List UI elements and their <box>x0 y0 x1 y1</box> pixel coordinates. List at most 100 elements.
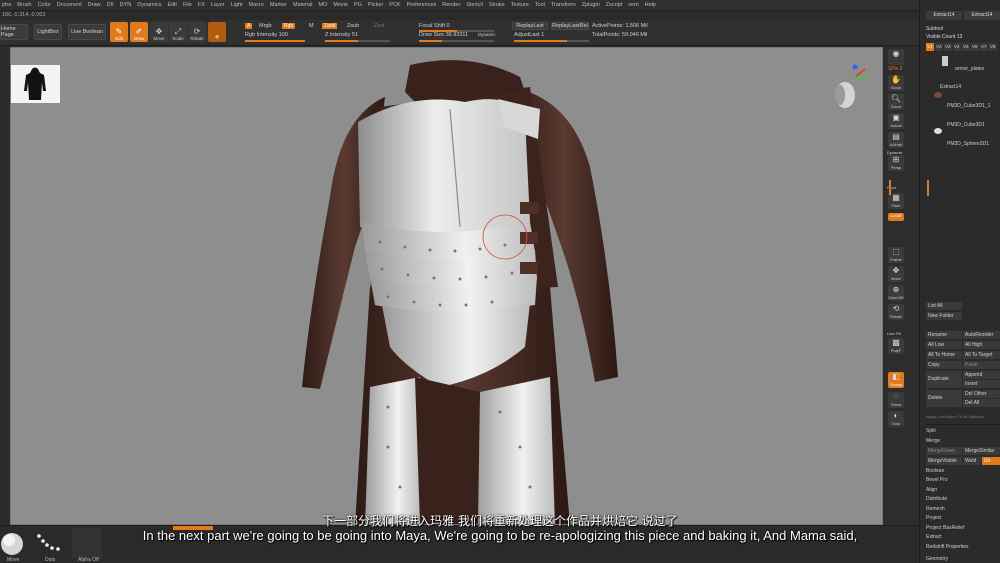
menu-item[interactable]: Edit <box>167 2 176 8</box>
actual-button[interactable]: ▣ Actual <box>888 113 904 129</box>
menu-item[interactable]: Marker <box>270 2 287 8</box>
viewport-canvas[interactable] <box>10 47 883 525</box>
boolean-section[interactable]: Boolean <box>926 468 944 474</box>
rotate-button[interactable]: ⟳ Rotate <box>188 22 206 42</box>
menu-item[interactable]: FX <box>198 2 205 8</box>
merge-visible-button[interactable]: MergeVisible <box>926 457 962 465</box>
home-page-button[interactable]: Home Page <box>0 24 28 40</box>
visibility-set-v2[interactable]: V2 <box>935 43 943 51</box>
align-section[interactable]: Align <box>926 487 937 493</box>
adjust-last-track[interactable] <box>514 40 589 42</box>
list-all-button[interactable]: List All <box>926 302 962 310</box>
frame-button[interactable]: ⬚ Frame <box>888 247 904 263</box>
redshift-section[interactable]: Redshift Properties <box>926 544 969 550</box>
menu-item[interactable]: Brush <box>17 2 31 8</box>
geometry-section[interactable]: Geometry <box>926 556 948 562</box>
split-section[interactable]: Split <box>926 428 936 434</box>
aahalf-button[interactable]: ▤ AAHalf <box>888 132 904 148</box>
draw-size-track[interactable] <box>419 40 494 42</box>
uv-toggle[interactable]: Uv <box>982 457 1000 465</box>
visible-count[interactable]: Visible Count 13 <box>926 34 962 40</box>
bpr-button[interactable]: ◉ <box>888 49 904 65</box>
tab-extract14-b[interactable]: Extract14 <box>964 11 1000 20</box>
replay-last-rel-button[interactable]: ReplayLastRel <box>551 22 589 30</box>
del-all-button[interactable]: Del All <box>963 399 1000 407</box>
focal-shift-slider[interactable]: Focal Shift 0 <box>419 23 450 29</box>
menu-item[interactable]: Material <box>293 2 313 8</box>
zadd-button[interactable]: Zadd <box>322 23 338 29</box>
menu-item[interactable]: PG <box>354 2 362 8</box>
rgb-button[interactable]: Rgb <box>282 23 296 29</box>
new-folder-button[interactable]: New Folder <box>926 312 962 320</box>
all-to-target-button[interactable]: All To Target <box>963 351 1000 359</box>
menu-item[interactable]: Transform <box>551 2 576 8</box>
zsub-button[interactable]: Zsub <box>347 23 359 29</box>
merge-down-button[interactable]: MergeDown <box>926 447 962 455</box>
visibility-set-v1[interactable]: V1 <box>926 43 934 51</box>
zcut-button[interactable]: Zcut <box>374 23 385 29</box>
a-toggle[interactable]: A <box>245 23 253 29</box>
subtool-sphere[interactable]: PM3D_Sphere3D1 <box>947 141 989 147</box>
menu-item[interactable]: vem <box>628 2 638 8</box>
apply-last-action[interactable]: Apply Last Action To All Subtools <box>926 414 984 419</box>
local-button[interactable]: Local <box>888 213 904 221</box>
duplicate-button[interactable]: Duplicate <box>926 371 962 388</box>
zoom-button[interactable]: 🔍︎ Zoom <box>888 94 904 110</box>
replay-last-button[interactable]: ReplayLast <box>512 22 548 30</box>
auto-reorder-button[interactable]: AutoReorder <box>963 331 1000 339</box>
z-intensity-track[interactable] <box>325 40 390 42</box>
weld-toggle[interactable]: Weld <box>963 457 981 465</box>
mrgb-button[interactable]: Mrgb <box>259 23 272 29</box>
merge-section[interactable]: Merge <box>926 438 940 444</box>
all-low-button[interactable]: All Low <box>926 341 962 349</box>
menu-item[interactable]: Tool <box>535 2 545 8</box>
scale-button[interactable]: ⤢ Scale <box>169 22 187 42</box>
spix-label[interactable]: SPix 3 <box>888 66 902 72</box>
subtool-armor-plates[interactable]: armor_plates <box>955 66 984 72</box>
subtool-header[interactable]: Subtool <box>926 26 943 32</box>
menu-item[interactable]: Light <box>231 2 243 8</box>
menu-item[interactable]: Zplugin <box>582 2 600 8</box>
subtool-cube-1[interactable]: PM3D_Cube3D1_1 <box>947 103 990 109</box>
visibility-set-v6[interactable]: V6 <box>971 43 979 51</box>
rotate-view-button[interactable]: ⟲ Rotate <box>888 304 904 320</box>
menu-item[interactable]: PCK <box>389 2 400 8</box>
visibility-set-v4[interactable]: V4 <box>953 43 961 51</box>
menu-item[interactable]: Render <box>442 2 460 8</box>
menu-item[interactable]: Layer <box>211 2 225 8</box>
menu-item[interactable]: MO <box>319 2 328 8</box>
menu-item[interactable]: Stencil <box>466 2 483 8</box>
draw-size-slider[interactable]: Draw Size 36.93311 <box>419 32 468 38</box>
subtool-extract14[interactable]: Extract14 <box>940 84 961 90</box>
move-view-button[interactable]: ✥ Move <box>888 266 904 282</box>
menu-item[interactable]: Stroke <box>489 2 505 8</box>
zoom3d-button[interactable]: ⊕ Zoom3D <box>888 285 904 301</box>
menu-item[interactable]: Movie <box>333 2 348 8</box>
menu-item[interactable]: Zscript <box>606 2 623 8</box>
bevel-pro-section[interactable]: Bevel Pro <box>926 477 948 483</box>
insert-button[interactable]: Insert <box>963 380 1000 388</box>
delete-button[interactable]: Delete <box>926 390 962 407</box>
linefill-label[interactable]: Line Fill <box>887 331 901 336</box>
merge-similar-button[interactable]: MergeSimilar <box>963 447 1000 455</box>
menu-item[interactable]: Picker <box>368 2 383 8</box>
ghost-button[interactable]: ◌ Ghost <box>888 392 904 408</box>
copy-button[interactable]: Copy <box>926 361 962 369</box>
menu-item[interactable]: Dynamics <box>137 2 161 8</box>
visibility-set-v3[interactable]: V3 <box>944 43 952 51</box>
tab-extract14-a[interactable]: Extract14 <box>926 11 962 20</box>
rgb-intensity-track[interactable] <box>245 40 305 42</box>
edit-button[interactable]: ✎ Edit <box>110 22 128 42</box>
menu-item[interactable]: Texture <box>511 2 529 8</box>
menu-item[interactable]: Help <box>645 2 656 8</box>
transp-button[interactable]: ◧ Transp <box>888 372 904 388</box>
rename-button[interactable]: Rename <box>926 331 962 339</box>
menu-item[interactable]: DYN <box>120 2 132 8</box>
persp-button[interactable]: ⊞ Persp <box>888 155 904 171</box>
menu-item[interactable]: Document <box>57 2 82 8</box>
rgb-intensity-slider[interactable]: Rgb Intensity 100 <box>245 32 288 38</box>
live-boolean-button[interactable]: Live Boolean <box>68 24 106 40</box>
lightbox-button[interactable]: LightBox <box>34 24 62 40</box>
visibility-set-v7[interactable]: V7 <box>980 43 988 51</box>
menu-item[interactable]: pha <box>2 2 11 8</box>
